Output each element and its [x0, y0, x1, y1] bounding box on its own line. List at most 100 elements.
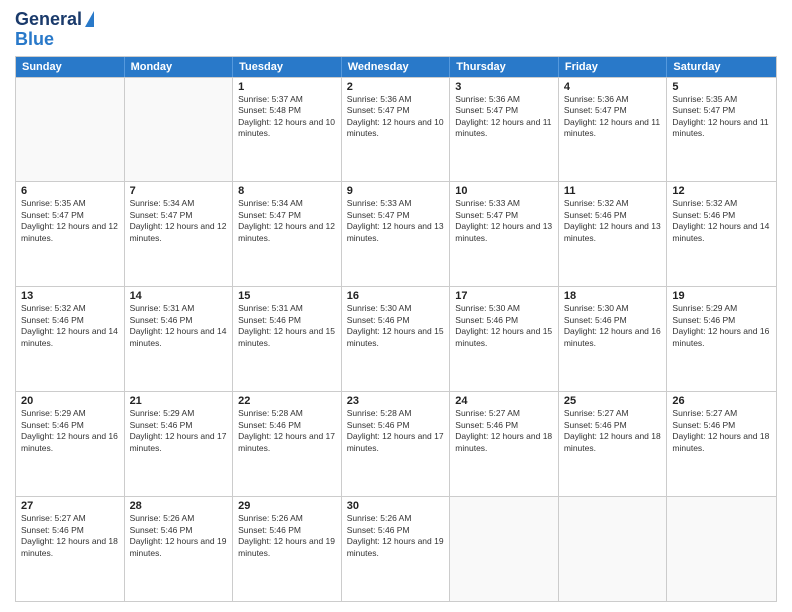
day-number: 10 [455, 185, 553, 197]
header: General Blue [15, 10, 777, 50]
day-number: 5 [672, 81, 771, 93]
calendar-cell-25: 25Sunrise: 5:27 AM Sunset: 5:46 PM Dayli… [559, 392, 668, 496]
day-number: 20 [21, 395, 119, 407]
cell-info: Sunrise: 5:33 AM Sunset: 5:47 PM Dayligh… [455, 198, 553, 244]
day-number: 1 [238, 81, 336, 93]
calendar-cell-7: 7Sunrise: 5:34 AM Sunset: 5:47 PM Daylig… [125, 182, 234, 286]
calendar-cell-16: 16Sunrise: 5:30 AM Sunset: 5:46 PM Dayli… [342, 287, 451, 391]
calendar-cell-14: 14Sunrise: 5:31 AM Sunset: 5:46 PM Dayli… [125, 287, 234, 391]
day-number: 6 [21, 185, 119, 197]
cell-info: Sunrise: 5:32 AM Sunset: 5:46 PM Dayligh… [672, 198, 771, 244]
day-number: 15 [238, 290, 336, 302]
cell-info: Sunrise: 5:32 AM Sunset: 5:46 PM Dayligh… [21, 303, 119, 349]
calendar-row-3: 20Sunrise: 5:29 AM Sunset: 5:46 PM Dayli… [16, 391, 776, 496]
day-number: 2 [347, 81, 445, 93]
cell-info: Sunrise: 5:36 AM Sunset: 5:47 PM Dayligh… [564, 94, 662, 140]
cell-info: Sunrise: 5:34 AM Sunset: 5:47 PM Dayligh… [130, 198, 228, 244]
calendar-cell-3: 3Sunrise: 5:36 AM Sunset: 5:47 PM Daylig… [450, 78, 559, 182]
cell-info: Sunrise: 5:27 AM Sunset: 5:46 PM Dayligh… [672, 408, 771, 454]
calendar-cell-20: 20Sunrise: 5:29 AM Sunset: 5:46 PM Dayli… [16, 392, 125, 496]
calendar-cell-10: 10Sunrise: 5:33 AM Sunset: 5:47 PM Dayli… [450, 182, 559, 286]
calendar-cell-11: 11Sunrise: 5:32 AM Sunset: 5:46 PM Dayli… [559, 182, 668, 286]
calendar-cell-empty-0-1 [125, 78, 234, 182]
calendar-cell-27: 27Sunrise: 5:27 AM Sunset: 5:46 PM Dayli… [16, 497, 125, 601]
cell-info: Sunrise: 5:29 AM Sunset: 5:46 PM Dayligh… [672, 303, 771, 349]
day-number: 9 [347, 185, 445, 197]
weekday-header-wednesday: Wednesday [342, 57, 451, 77]
calendar-cell-empty-4-6 [667, 497, 776, 601]
cell-info: Sunrise: 5:30 AM Sunset: 5:46 PM Dayligh… [455, 303, 553, 349]
cell-info: Sunrise: 5:28 AM Sunset: 5:46 PM Dayligh… [347, 408, 445, 454]
logo-general: General [15, 10, 82, 30]
page: General Blue SundayMondayTuesdayWednesda… [0, 0, 792, 612]
day-number: 27 [21, 500, 119, 512]
cell-info: Sunrise: 5:27 AM Sunset: 5:46 PM Dayligh… [564, 408, 662, 454]
cell-info: Sunrise: 5:37 AM Sunset: 5:48 PM Dayligh… [238, 94, 336, 140]
calendar-cell-19: 19Sunrise: 5:29 AM Sunset: 5:46 PM Dayli… [667, 287, 776, 391]
day-number: 12 [672, 185, 771, 197]
calendar-cell-17: 17Sunrise: 5:30 AM Sunset: 5:46 PM Dayli… [450, 287, 559, 391]
logo: General Blue [15, 10, 94, 50]
day-number: 14 [130, 290, 228, 302]
cell-info: Sunrise: 5:29 AM Sunset: 5:46 PM Dayligh… [130, 408, 228, 454]
calendar-cell-13: 13Sunrise: 5:32 AM Sunset: 5:46 PM Dayli… [16, 287, 125, 391]
day-number: 11 [564, 185, 662, 197]
day-number: 8 [238, 185, 336, 197]
cell-info: Sunrise: 5:33 AM Sunset: 5:47 PM Dayligh… [347, 198, 445, 244]
day-number: 22 [238, 395, 336, 407]
calendar-row-4: 27Sunrise: 5:27 AM Sunset: 5:46 PM Dayli… [16, 496, 776, 601]
day-number: 4 [564, 81, 662, 93]
calendar-cell-26: 26Sunrise: 5:27 AM Sunset: 5:46 PM Dayli… [667, 392, 776, 496]
calendar-cell-12: 12Sunrise: 5:32 AM Sunset: 5:46 PM Dayli… [667, 182, 776, 286]
day-number: 30 [347, 500, 445, 512]
cell-info: Sunrise: 5:36 AM Sunset: 5:47 PM Dayligh… [347, 94, 445, 140]
cell-info: Sunrise: 5:29 AM Sunset: 5:46 PM Dayligh… [21, 408, 119, 454]
cell-info: Sunrise: 5:30 AM Sunset: 5:46 PM Dayligh… [347, 303, 445, 349]
calendar-cell-28: 28Sunrise: 5:26 AM Sunset: 5:46 PM Dayli… [125, 497, 234, 601]
calendar-cell-9: 9Sunrise: 5:33 AM Sunset: 5:47 PM Daylig… [342, 182, 451, 286]
calendar-cell-23: 23Sunrise: 5:28 AM Sunset: 5:46 PM Dayli… [342, 392, 451, 496]
day-number: 21 [130, 395, 228, 407]
day-number: 13 [21, 290, 119, 302]
calendar-cell-empty-4-5 [559, 497, 668, 601]
day-number: 24 [455, 395, 553, 407]
calendar-cell-15: 15Sunrise: 5:31 AM Sunset: 5:46 PM Dayli… [233, 287, 342, 391]
day-number: 25 [564, 395, 662, 407]
day-number: 16 [347, 290, 445, 302]
cell-info: Sunrise: 5:34 AM Sunset: 5:47 PM Dayligh… [238, 198, 336, 244]
cell-info: Sunrise: 5:26 AM Sunset: 5:46 PM Dayligh… [238, 513, 336, 559]
calendar-body: 1Sunrise: 5:37 AM Sunset: 5:48 PM Daylig… [16, 77, 776, 601]
logo-blue: Blue [15, 30, 54, 50]
cell-info: Sunrise: 5:31 AM Sunset: 5:46 PM Dayligh… [130, 303, 228, 349]
cell-info: Sunrise: 5:35 AM Sunset: 5:47 PM Dayligh… [672, 94, 771, 140]
day-number: 3 [455, 81, 553, 93]
cell-info: Sunrise: 5:32 AM Sunset: 5:46 PM Dayligh… [564, 198, 662, 244]
day-number: 19 [672, 290, 771, 302]
calendar-cell-2: 2Sunrise: 5:36 AM Sunset: 5:47 PM Daylig… [342, 78, 451, 182]
weekday-header-monday: Monday [125, 57, 234, 77]
day-number: 18 [564, 290, 662, 302]
calendar-cell-21: 21Sunrise: 5:29 AM Sunset: 5:46 PM Dayli… [125, 392, 234, 496]
calendar-cell-24: 24Sunrise: 5:27 AM Sunset: 5:46 PM Dayli… [450, 392, 559, 496]
cell-info: Sunrise: 5:27 AM Sunset: 5:46 PM Dayligh… [21, 513, 119, 559]
calendar-cell-5: 5Sunrise: 5:35 AM Sunset: 5:47 PM Daylig… [667, 78, 776, 182]
calendar-cell-30: 30Sunrise: 5:26 AM Sunset: 5:46 PM Dayli… [342, 497, 451, 601]
calendar-header: SundayMondayTuesdayWednesdayThursdayFrid… [16, 57, 776, 77]
calendar-cell-6: 6Sunrise: 5:35 AM Sunset: 5:47 PM Daylig… [16, 182, 125, 286]
weekday-header-sunday: Sunday [16, 57, 125, 77]
day-number: 23 [347, 395, 445, 407]
calendar-cell-empty-4-4 [450, 497, 559, 601]
weekday-header-tuesday: Tuesday [233, 57, 342, 77]
calendar-cell-22: 22Sunrise: 5:28 AM Sunset: 5:46 PM Dayli… [233, 392, 342, 496]
calendar-cell-8: 8Sunrise: 5:34 AM Sunset: 5:47 PM Daylig… [233, 182, 342, 286]
cell-info: Sunrise: 5:26 AM Sunset: 5:46 PM Dayligh… [130, 513, 228, 559]
cell-info: Sunrise: 5:30 AM Sunset: 5:46 PM Dayligh… [564, 303, 662, 349]
calendar-cell-18: 18Sunrise: 5:30 AM Sunset: 5:46 PM Dayli… [559, 287, 668, 391]
day-number: 7 [130, 185, 228, 197]
calendar-row-1: 6Sunrise: 5:35 AM Sunset: 5:47 PM Daylig… [16, 181, 776, 286]
calendar: SundayMondayTuesdayWednesdayThursdayFrid… [15, 56, 777, 602]
weekday-header-thursday: Thursday [450, 57, 559, 77]
calendar-cell-4: 4Sunrise: 5:36 AM Sunset: 5:47 PM Daylig… [559, 78, 668, 182]
calendar-cell-1: 1Sunrise: 5:37 AM Sunset: 5:48 PM Daylig… [233, 78, 342, 182]
calendar-cell-empty-0-0 [16, 78, 125, 182]
